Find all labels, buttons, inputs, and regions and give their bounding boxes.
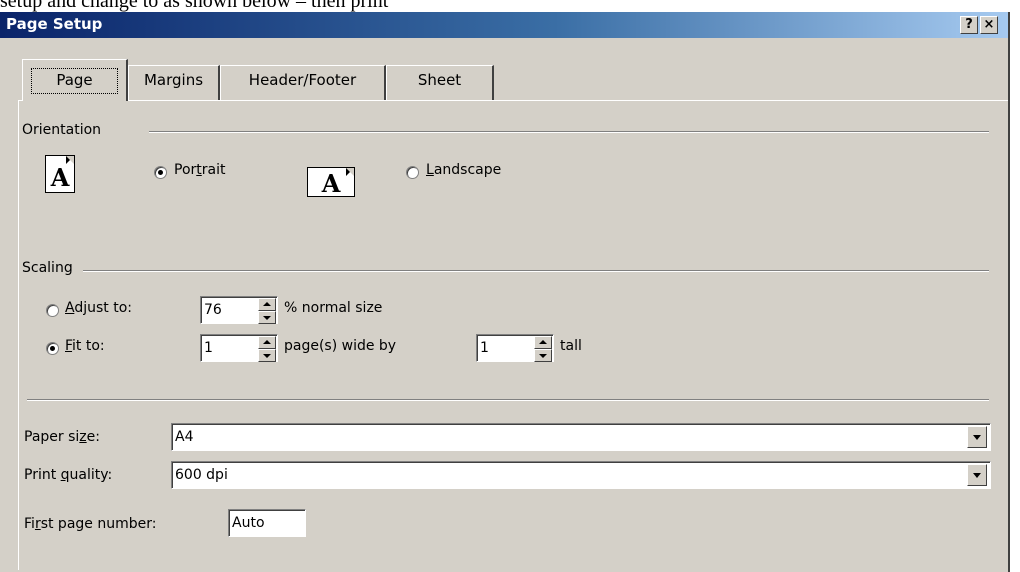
first-page-number-input[interactable]: Auto (228, 509, 306, 537)
portrait-page-icon: A (45, 155, 75, 193)
scaling-divider (83, 270, 989, 272)
paper-size-select[interactable]: A4 (171, 423, 991, 451)
adjust-percent-spinner[interactable] (258, 298, 276, 324)
page-setup-dialog: Page Setup ? × Margins Header/Footer She… (0, 12, 1010, 572)
spin-down-icon[interactable] (258, 349, 276, 362)
tab-page[interactable]: Page (22, 59, 128, 101)
fit-to-radio[interactable] (46, 342, 59, 355)
tab-header-footer[interactable]: Header/Footer (220, 65, 386, 100)
first-page-number-label: First page number: (24, 516, 157, 532)
tab-margins-label: Margins (143, 71, 204, 89)
landscape-radio[interactable] (406, 166, 419, 179)
help-icon: ? (965, 17, 973, 32)
print-quality-select[interactable]: 600 dpi (171, 461, 991, 489)
adjust-to-radio[interactable] (46, 304, 59, 317)
title-bar[interactable]: Page Setup ? × (0, 12, 1008, 38)
landscape-page-icon: A (307, 167, 355, 198)
section-separator (27, 399, 989, 401)
fit-to-label[interactable]: Fit to: (65, 338, 105, 354)
spin-up-icon[interactable] (258, 336, 276, 349)
orientation-divider (149, 131, 989, 133)
print-quality-dropdown-icon[interactable] (967, 464, 987, 486)
spin-up-icon[interactable] (258, 298, 276, 311)
pages-wide-by-label: page(s) wide by (284, 338, 397, 354)
landscape-label[interactable]: Landscape (426, 162, 501, 178)
help-button[interactable]: ? (960, 16, 978, 34)
spin-down-icon[interactable] (258, 311, 276, 324)
document-caption: setup and change to as shown below – the… (0, 0, 389, 12)
paper-size-dropdown-icon[interactable] (967, 426, 987, 448)
normal-size-label: % normal size (284, 300, 383, 316)
tab-page-label: Page (31, 68, 118, 94)
tall-label: tall (560, 338, 582, 354)
portrait-radio[interactable] (154, 166, 167, 179)
spin-down-icon[interactable] (534, 349, 552, 362)
dialog-title: Page Setup (6, 15, 103, 33)
fit-tall-spinner[interactable] (534, 336, 552, 362)
scaling-group-label: Scaling (22, 260, 79, 276)
orientation-group-label: Orientation (22, 122, 108, 138)
paper-size-label: Paper size: (24, 429, 100, 445)
tab-sheet-label: Sheet (417, 71, 462, 89)
tab-sheet[interactable]: Sheet (386, 65, 494, 100)
print-quality-label: Print quality: (24, 467, 113, 483)
fit-wide-spinner[interactable] (258, 336, 276, 362)
tab-header-footer-label: Header/Footer (248, 71, 357, 89)
close-icon: × (983, 17, 995, 32)
adjust-to-label[interactable]: Adjust to: (65, 300, 132, 316)
spin-up-icon[interactable] (534, 336, 552, 349)
tab-margins[interactable]: Margins (128, 65, 220, 100)
portrait-label[interactable]: Portrait (174, 162, 225, 178)
close-button[interactable]: × (980, 16, 998, 34)
tab-panel-page: Orientation A Portrait A Landscape Scali… (18, 100, 1008, 570)
